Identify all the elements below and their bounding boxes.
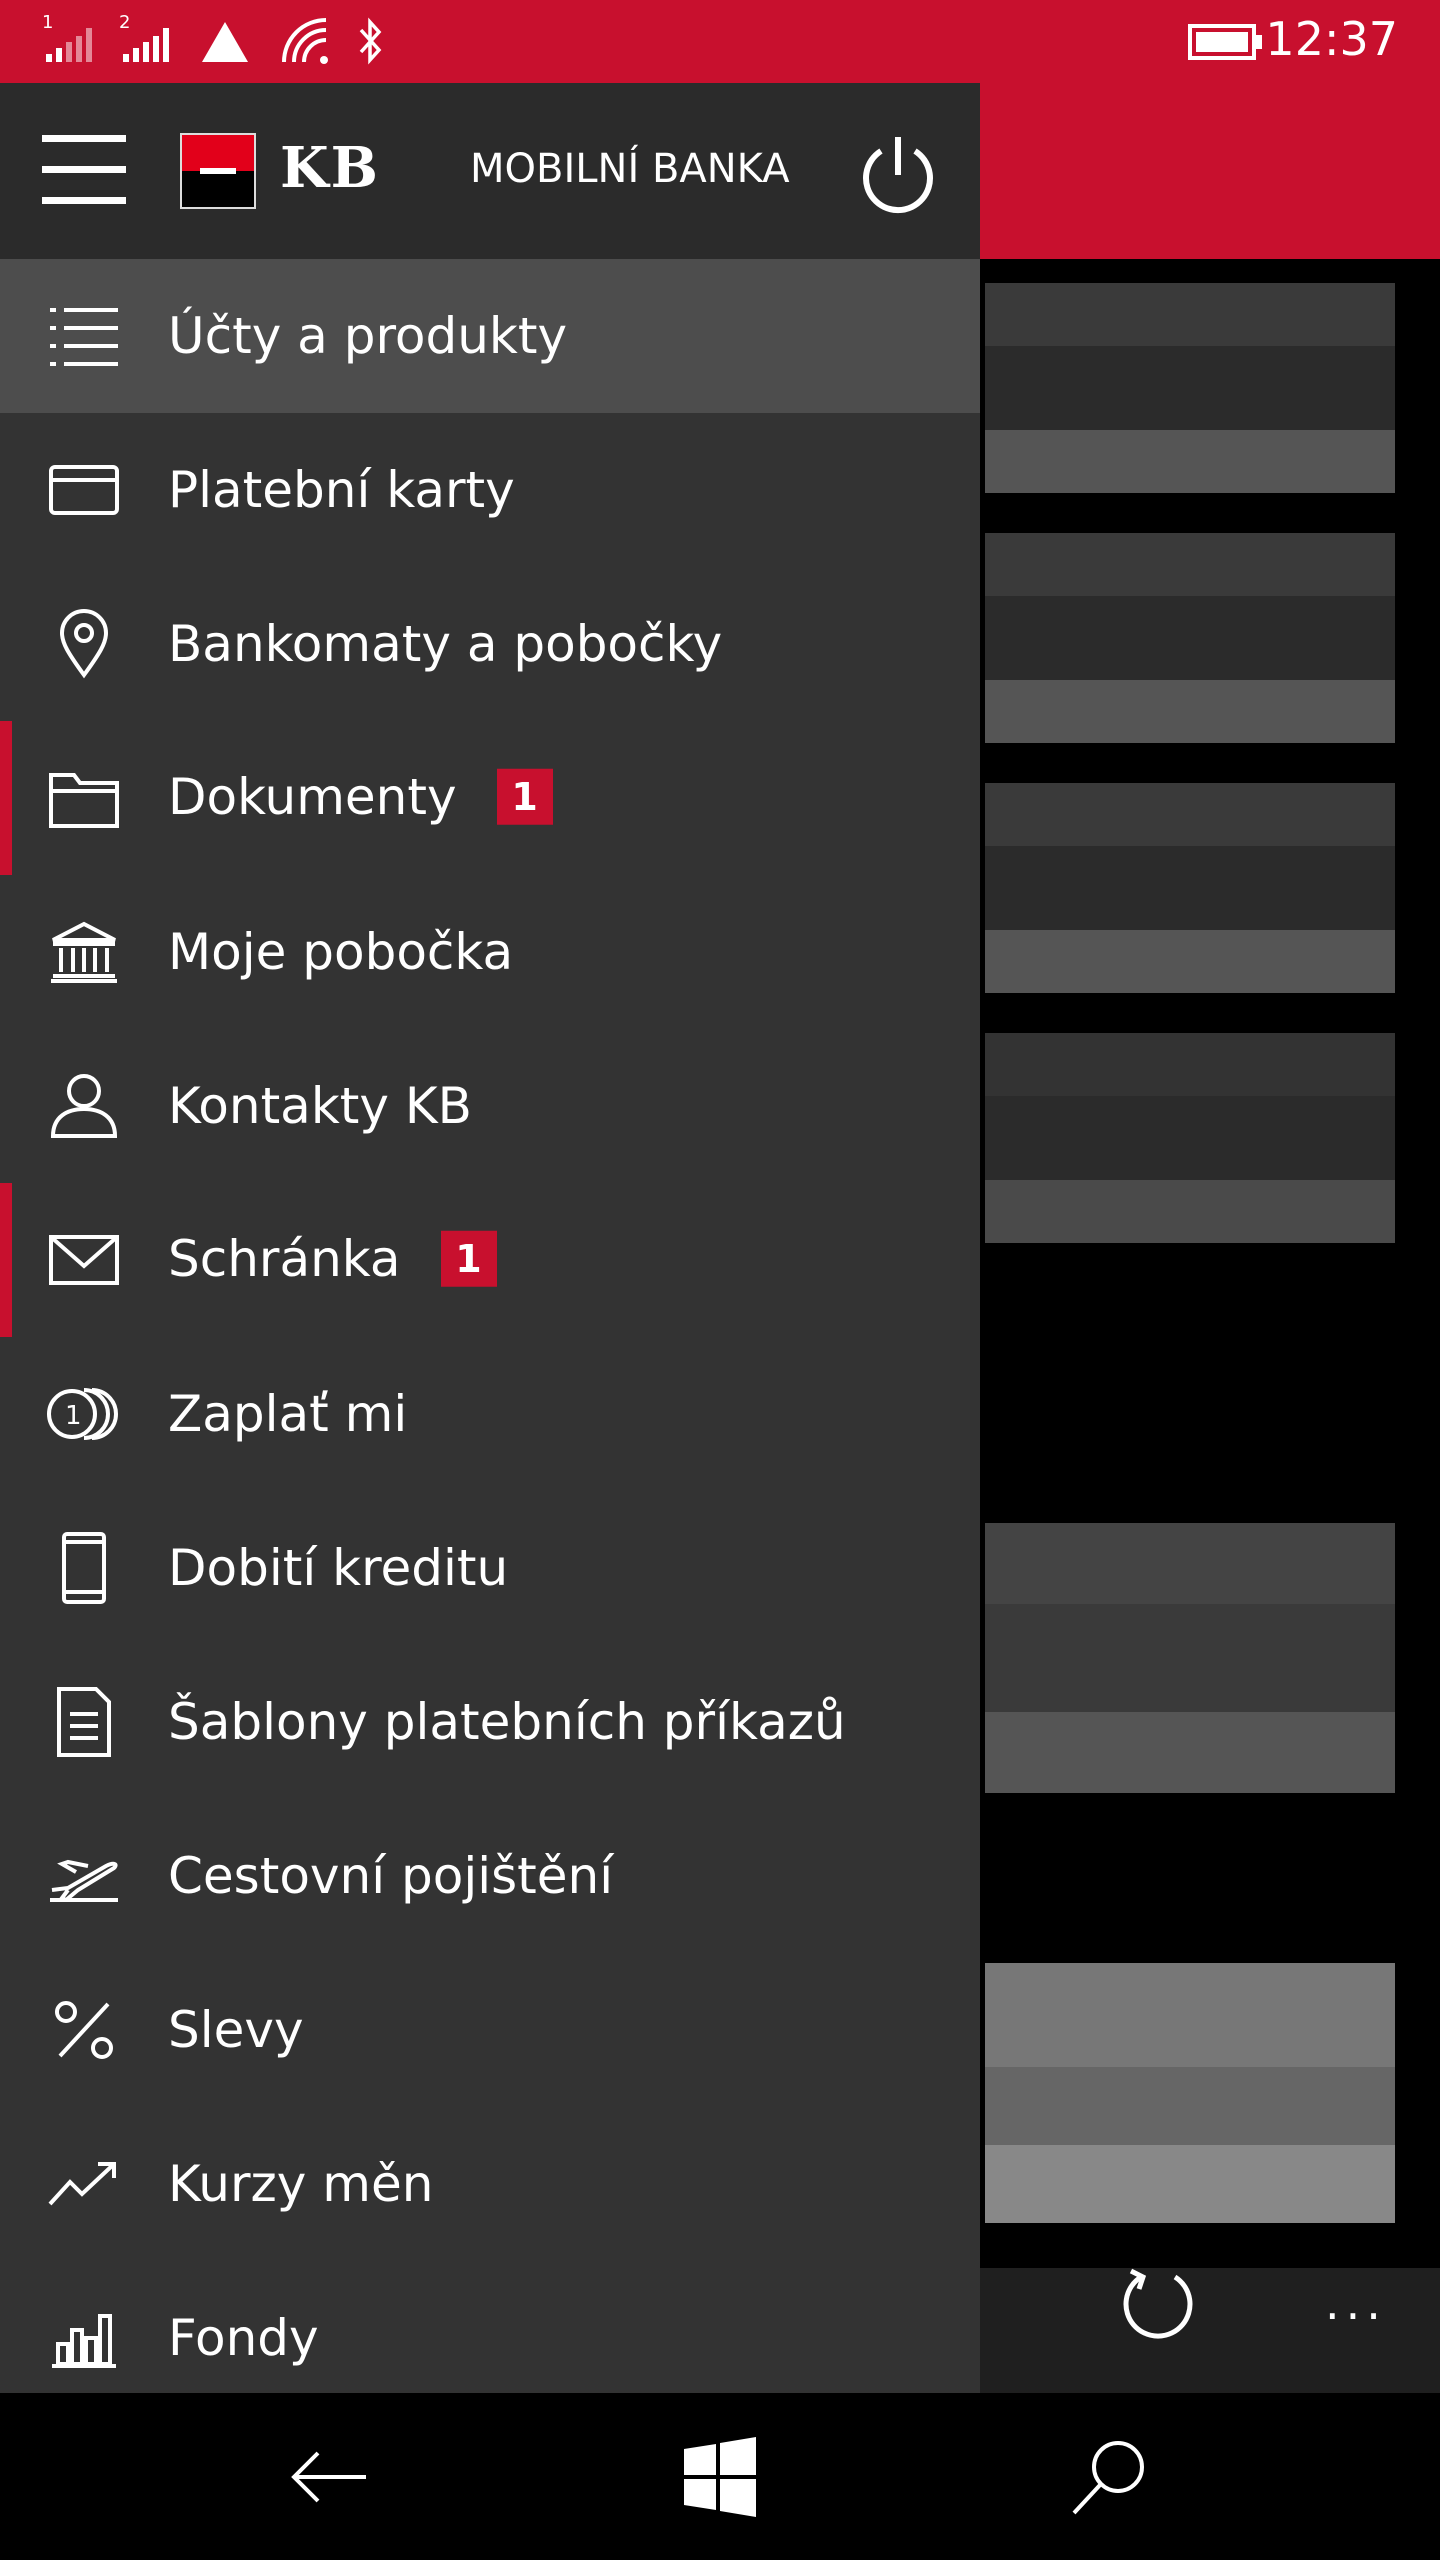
phone-icon: [44, 1528, 124, 1608]
obscured-card: [985, 783, 1395, 993]
bluetooth-icon: [359, 17, 382, 65]
menu-item-label: Bankomaty a pobočky: [168, 615, 723, 673]
bank-building-icon: [44, 912, 124, 992]
menu-item-payment-templates[interactable]: Šablony platebních příkazů: [0, 1645, 980, 1799]
menu-item-label: Účty a produkty: [168, 307, 568, 365]
location-pin-icon: [44, 604, 124, 684]
menu-item-payment-cards[interactable]: Platební karty: [0, 413, 980, 567]
sim1-number: 1: [42, 12, 53, 33]
menu-item-documents[interactable]: Dokumenty 1: [0, 721, 980, 875]
background-app-header: [980, 83, 1440, 259]
bar-chart-icon: [44, 2298, 124, 2378]
svg-text:1: 1: [65, 1401, 82, 1431]
unread-indicator: [0, 721, 12, 875]
menu-item-label: Kontakty KB: [168, 1077, 472, 1135]
background-app-content: ...: [980, 83, 1440, 2393]
signal-sim2-icon: 2: [119, 12, 169, 62]
logo-text: KB: [280, 135, 381, 201]
menu-item-travel-insurance[interactable]: Cestovní pojištění: [0, 1799, 980, 1953]
navigation-drawer: KB MOBILNÍ BANKA Účty a produkty Platebn…: [0, 83, 980, 2393]
percent-icon: [44, 1990, 124, 2070]
menu-item-label: Platební karty: [168, 461, 515, 519]
menu-item-pay-me[interactable]: 1 Zaplať mi: [0, 1337, 980, 1491]
obscured-card: [985, 1963, 1395, 2223]
windows-icon[interactable]: [678, 2435, 762, 2519]
menu-item-label: Moje pobočka: [168, 923, 514, 981]
menu-item-label: Fondy: [168, 2309, 319, 2367]
menu-item-label: Šablony platebních příkazů: [168, 1693, 846, 1751]
folder-icon: [44, 758, 124, 838]
menu-item-accounts[interactable]: Účty a produkty: [0, 259, 980, 413]
power-icon[interactable]: [855, 131, 941, 217]
drawer-menu: Účty a produkty Platební karty Bankomaty…: [0, 259, 980, 2393]
refresh-icon[interactable]: [1113, 2259, 1203, 2349]
menu-item-label: Schránka 1: [168, 1230, 497, 1291]
menu-item-exchange-rates[interactable]: Kurzy měn: [0, 2107, 980, 2261]
mail-icon: [44, 1220, 124, 1300]
person-icon: [44, 1066, 124, 1146]
menu-item-label: Zaplať mi: [168, 1385, 408, 1443]
menu-item-label: Dokumenty 1: [168, 768, 553, 829]
menu-item-label: Slevy: [168, 2001, 304, 2059]
coins-icon: 1: [44, 1374, 124, 1454]
app-title: MOBILNÍ BANKA: [470, 146, 790, 192]
signal-sim1-icon: 1: [42, 12, 92, 62]
back-icon[interactable]: [288, 2435, 372, 2519]
menu-item-credit-topup[interactable]: Dobití kreditu: [0, 1491, 980, 1645]
kb-logo: [180, 133, 256, 209]
menu-item-kb-contacts[interactable]: Kontakty KB: [0, 1029, 980, 1183]
menu-item-mailbox[interactable]: Schránka 1: [0, 1183, 980, 1337]
menu-item-atms-branches[interactable]: Bankomaty a pobočky: [0, 567, 980, 721]
status-bar: 1 2 12:37: [0, 0, 1440, 83]
data-warning-icon: [202, 22, 248, 62]
search-icon[interactable]: [1068, 2435, 1152, 2519]
menu-item-label: Cestovní pojištění: [168, 1847, 614, 1905]
obscured-card: [985, 283, 1395, 493]
obscured-card: [985, 1523, 1395, 1793]
system-nav-bar: [0, 2393, 1440, 2560]
status-time: 12:37: [1265, 12, 1398, 66]
list-icon: [44, 296, 124, 376]
menu-item-label: Kurzy měn: [168, 2155, 434, 2213]
trend-up-icon: [44, 2144, 124, 2224]
hamburger-icon[interactable]: [42, 135, 126, 205]
obscured-card: [985, 533, 1395, 743]
count-badge: 1: [496, 768, 553, 825]
airplane-icon: [44, 1836, 124, 1916]
menu-item-label: Dobití kreditu: [168, 1539, 509, 1597]
drawer-header: KB MOBILNÍ BANKA: [0, 83, 980, 259]
battery-icon: [1188, 24, 1262, 60]
wifi-icon: [282, 18, 328, 64]
menu-item-my-branch[interactable]: Moje pobočka: [0, 875, 980, 1029]
card-icon: [44, 450, 124, 530]
count-badge: 1: [440, 1230, 497, 1287]
unread-indicator: [0, 1183, 12, 1337]
more-button[interactable]: ...: [1325, 2276, 1387, 2330]
obscured-card: [985, 1033, 1395, 1243]
menu-item-funds[interactable]: Fondy: [0, 2261, 980, 2393]
sim2-number: 2: [119, 12, 130, 33]
menu-item-discounts[interactable]: Slevy: [0, 1953, 980, 2107]
document-icon: [44, 1682, 124, 1762]
